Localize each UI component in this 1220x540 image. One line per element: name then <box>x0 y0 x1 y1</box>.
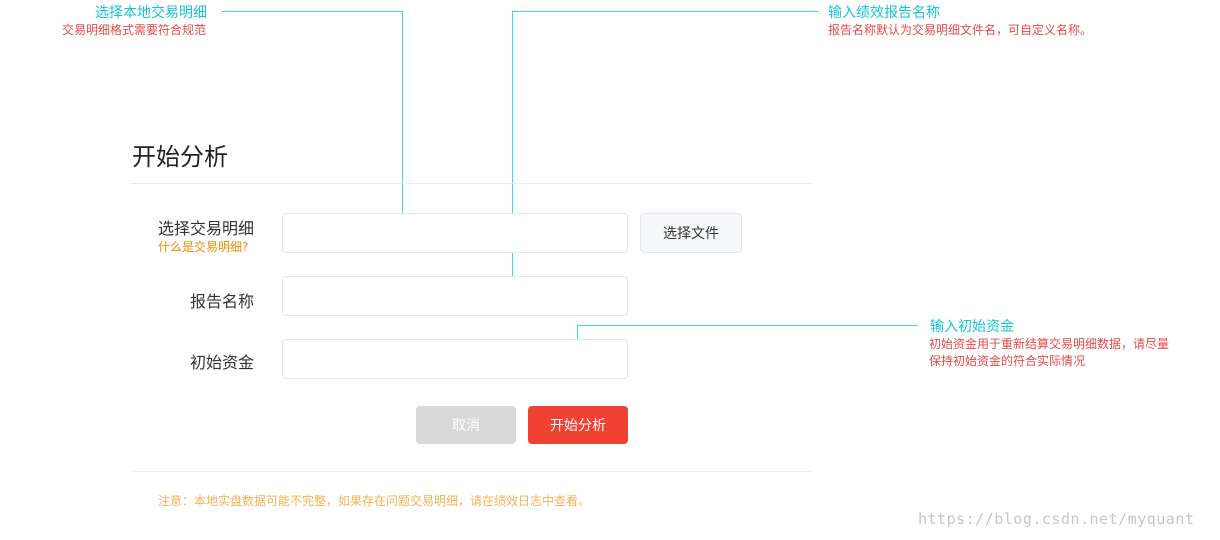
choose-file-button[interactable]: 选择文件 <box>640 213 742 253</box>
annotation-report-title: 输入绩效报告名称 <box>828 5 940 21</box>
annotation-capital-desc-line1: 初始资金用于重新结算交易明细数据，请尽量 <box>929 337 1170 351</box>
annotation-capital-desc-line2: 保持初始资金的符合实际情况 <box>929 354 1086 368</box>
cancel-button[interactable]: 取消 <box>416 406 516 444</box>
notice-text: 注意：本地实盘数据可能不完整，如果存在问题交易明细，请在绩效日志中查看。 <box>158 494 591 508</box>
page-title: 开始分析 <box>132 143 228 171</box>
file-label: 选择交易明细 <box>158 219 255 238</box>
callout-line-capital-h <box>577 325 918 326</box>
initial-capital-input[interactable] <box>282 339 628 379</box>
what-is-trade-detail-link[interactable]: 什么是交易明细? <box>158 238 248 255</box>
title-divider <box>130 183 812 184</box>
file-path-input[interactable] <box>282 213 628 253</box>
callout-line-file-h <box>222 11 403 12</box>
report-name-input[interactable] <box>282 276 628 316</box>
initial-capital-label: 初始资金 <box>190 353 255 372</box>
report-name-label: 报告名称 <box>190 292 255 311</box>
watermark: https://blog.csdn.net/myquant <box>918 510 1195 528</box>
annotation-report-desc: 报告名称默认为交易明细文件名，可自定义名称。 <box>828 23 1093 37</box>
callout-line-capital-v <box>577 325 578 340</box>
annotation-capital-title: 输入初始资金 <box>930 319 1014 335</box>
annotation-file-desc: 交易明细格式需要符合规范 <box>62 23 207 37</box>
annotation-file-title: 选择本地交易明细 <box>95 5 207 21</box>
footer-divider <box>130 471 812 472</box>
callout-line-report-h <box>512 11 818 12</box>
start-analysis-button[interactable]: 开始分析 <box>528 406 628 444</box>
